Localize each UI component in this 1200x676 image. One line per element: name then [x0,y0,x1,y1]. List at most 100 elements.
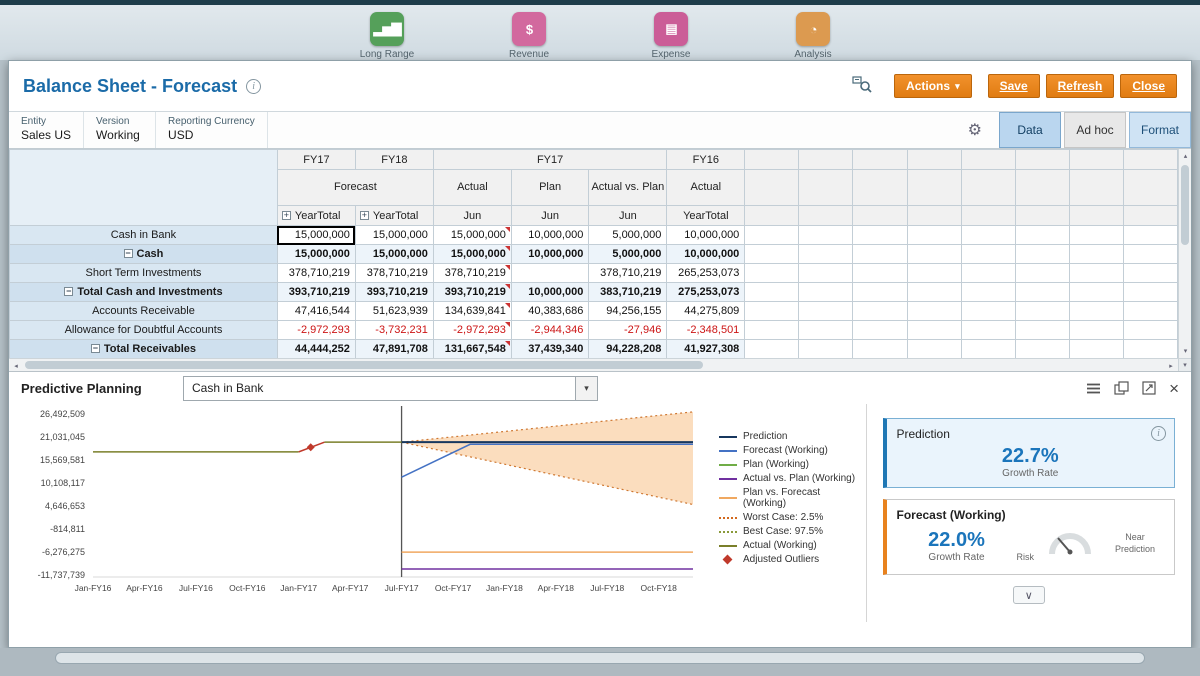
grid-cell[interactable]: 15,000,000 [433,245,511,264]
row-label[interactable]: Allowance for Doubtful Accounts [10,321,278,340]
scrollbar-thumb[interactable] [1181,165,1189,245]
grid-cell[interactable]: 10,000,000 [667,226,745,245]
grid-cell[interactable] [745,283,799,302]
grid-cell[interactable] [745,340,799,359]
gear-icon[interactable]: ⚙ [954,120,996,140]
grid-cell[interactable] [511,264,588,283]
grid-horizontal-scrollbar[interactable]: ◂ ▸ [9,358,1178,371]
row-label[interactable]: Cash in Bank [10,226,278,245]
pov-entity[interactable]: Entity Sales US [9,112,84,148]
year-header[interactable]: FY16 [667,150,745,170]
grid-cell[interactable] [1069,302,1123,321]
grid-cell[interactable]: 131,667,548 [433,340,511,359]
grid-cell[interactable]: 37,439,340 [511,340,588,359]
year-header[interactable]: FY17 [277,150,355,170]
grid-cell[interactable] [1069,340,1123,359]
grid-cell[interactable] [907,264,961,283]
grid-cell[interactable] [1069,245,1123,264]
cards-expand-button[interactable]: ∨ [1013,586,1045,604]
period-header[interactable]: Jun [589,206,667,226]
row-label[interactable]: Short Term Investments [10,264,278,283]
grid-cell[interactable]: 47,416,544 [277,302,355,321]
grid-cell[interactable] [799,340,853,359]
grid-cell[interactable] [745,321,799,340]
nav-item-revenue[interactable]: $ Revenue [487,12,571,60]
grid-cell[interactable]: 40,383,686 [511,302,588,321]
expand-panel-icon[interactable] [1142,381,1156,395]
grid-cell[interactable] [961,302,1015,321]
grid-cell[interactable] [961,226,1015,245]
collapse-icon[interactable]: − [124,249,133,258]
grid-cell[interactable] [799,264,853,283]
grid-cell[interactable] [799,302,853,321]
collapse-icon[interactable]: − [64,287,73,296]
grid-cell[interactable] [853,226,907,245]
grid-vertical-scrollbar[interactable]: ▴ ▾ [1178,149,1191,358]
grid-cell[interactable] [961,283,1015,302]
grid-cell[interactable] [853,264,907,283]
grid-cell[interactable]: 47,891,708 [355,340,433,359]
grid-cell[interactable]: 51,623,939 [355,302,433,321]
scenario-header[interactable]: Actual [667,170,745,206]
grid-cell[interactable]: 94,256,155 [589,302,667,321]
scenario-header[interactable]: Actual vs. Plan [589,170,667,206]
period-header[interactable]: Jun [433,206,511,226]
grid-cell[interactable] [961,245,1015,264]
grid-cell[interactable]: 94,228,208 [589,340,667,359]
refresh-button[interactable]: Refresh [1046,74,1115,98]
grid-cell[interactable] [1015,302,1069,321]
grid-cell[interactable] [1123,340,1177,359]
grid-cell[interactable]: 44,444,252 [277,340,355,359]
grid-cell[interactable] [745,226,799,245]
grid-cell[interactable] [1015,321,1069,340]
grid-cell[interactable] [1123,283,1177,302]
member-selector[interactable]: Cash in Bank ▾ [183,376,598,401]
grid-cell[interactable]: 134,639,841 [433,302,511,321]
row-label[interactable]: −Total Receivables [10,340,278,359]
grid-cell[interactable]: 15,000,000 [433,226,511,245]
grid-cell[interactable]: 393,710,219 [355,283,433,302]
grid-cell[interactable] [1015,283,1069,302]
chevron-down-icon[interactable]: ▾ [575,377,597,400]
grid-cell[interactable] [961,340,1015,359]
grid-cell[interactable] [1123,321,1177,340]
close-button[interactable]: Close [1120,74,1177,98]
grid-cell[interactable] [1015,264,1069,283]
nav-item-long-range[interactable]: ▂▅▇ Long Range [345,12,429,60]
grid-cell[interactable]: 5,000,000 [589,245,667,264]
grid-cell[interactable] [799,321,853,340]
period-header[interactable]: YearTotal [667,206,745,226]
grid-cell[interactable]: 15,000,000 [355,245,433,264]
grid-cell[interactable] [1069,321,1123,340]
scroll-up-icon[interactable]: ▴ [1179,149,1192,163]
grid-cell[interactable] [1069,226,1123,245]
scenario-header[interactable]: Forecast [277,170,433,206]
grid-cell[interactable] [907,245,961,264]
grid-cell[interactable] [1069,264,1123,283]
grid-cell[interactable] [907,321,961,340]
scenario-header[interactable]: Plan [511,170,588,206]
period-header[interactable]: Jun [511,206,588,226]
expand-icon[interactable]: + [360,211,369,220]
grid-cell[interactable] [1123,302,1177,321]
grid-cell[interactable] [907,302,961,321]
period-header[interactable]: +YearTotal [277,206,355,226]
year-header[interactable]: FY18 [355,150,433,170]
grid-cell[interactable] [1123,226,1177,245]
expand-icon[interactable]: + [282,211,291,220]
grid-cell[interactable] [961,321,1015,340]
grid-cell[interactable]: 5,000,000 [589,226,667,245]
grid-cell[interactable] [799,226,853,245]
grid-cell[interactable]: -2,944,346 [511,321,588,340]
actions-button[interactable]: Actions▾ [894,74,972,98]
grid-cell[interactable]: 393,710,219 [433,283,511,302]
row-label[interactable]: −Cash [10,245,278,264]
copy-chart-icon[interactable] [1114,381,1129,395]
year-header[interactable]: FY17 [433,150,666,170]
grid-cell[interactable] [853,321,907,340]
grid-cell[interactable]: 275,253,073 [667,283,745,302]
grid-cell[interactable]: 383,710,219 [589,283,667,302]
grid-cell[interactable] [799,245,853,264]
collapse-icon[interactable]: − [91,344,100,353]
pov-version[interactable]: Version Working [84,112,156,148]
